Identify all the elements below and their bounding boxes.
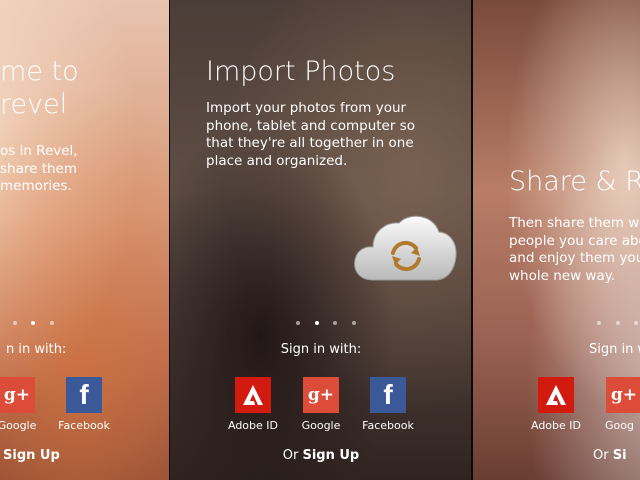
page-dot (49, 321, 54, 325)
title-line: me to (0, 56, 79, 87)
login-label: Goog (605, 419, 634, 432)
panel-description: Import your photos from your phone, tabl… (206, 100, 436, 170)
signup-prefix: Or (282, 448, 303, 463)
page-dot (615, 321, 620, 325)
panel-title: Share & Re (509, 166, 640, 197)
page-dot (12, 321, 17, 325)
onboarding-panel-welcome: me to revel os in Revel, share them memo… (0, 0, 170, 480)
page-dot (634, 321, 639, 325)
signup-row: Sign Up (3, 448, 60, 463)
page-dot (296, 321, 300, 325)
description-line: and enjoy them you (509, 250, 640, 266)
google-signin-button[interactable]: g+ Google (0, 377, 52, 432)
description-line: Import your photos from your (206, 100, 407, 116)
signup-link[interactable]: Si (613, 448, 627, 463)
signin-label: Sign in with: (280, 342, 362, 357)
login-label: Facebook (58, 419, 110, 432)
signup-prefix: Or (593, 448, 613, 463)
page-indicator (597, 318, 640, 328)
page-dot (333, 321, 338, 325)
adobe-id-signin-button[interactable]: Adobe ID (218, 377, 288, 432)
description-line: Then share them wit (509, 215, 640, 231)
page-indicator (0, 318, 54, 328)
signin-label: Sign in w (589, 342, 640, 357)
login-label: Google (301, 419, 341, 432)
description-line: whole new way. (509, 267, 616, 284)
panel-description: Then share them wit people you care abo … (509, 215, 640, 285)
onboarding-panel-share: Share & Re Then share them wit people yo… (473, 0, 640, 480)
login-options: Adobe ID g+ Goog (473, 377, 640, 447)
description-line: share them (0, 160, 78, 177)
description-line: memories. (0, 178, 72, 194)
login-label: Adobe ID (227, 419, 278, 432)
facebook-icon: f (370, 377, 406, 413)
adobe-glyph (546, 385, 566, 405)
adobe-icon (235, 377, 271, 413)
signup-link[interactable]: Sign Up (302, 448, 359, 463)
login-label: Adobe ID (530, 419, 581, 432)
page-indicator (296, 318, 356, 328)
adobe-glyph (243, 385, 263, 405)
signup-row: Or Si (593, 448, 627, 463)
facebook-glyph: f (383, 379, 393, 410)
onboarding-panel-import: Import Photos Import your photos from yo… (170, 0, 472, 480)
login-options: Adobe ID g+ Google f Facebook (170, 377, 472, 447)
google-plus-glyph: g+ (307, 385, 335, 405)
signin-label: n in with: (6, 342, 67, 357)
google-plus-icon: g+ (0, 377, 35, 413)
google-plus-icon: g+ (606, 377, 640, 413)
description-line: place and organized. (206, 152, 348, 169)
google-signin-button[interactable]: g+ Goog (589, 377, 640, 432)
cloud-sync-icon (354, 215, 457, 281)
facebook-glyph: f (79, 379, 89, 410)
description-line: that they're all together in one (206, 135, 414, 151)
description-line: os in Revel, (0, 143, 78, 159)
onboarding-carousel[interactable]: me to revel os in Revel, share them memo… (0, 0, 640, 480)
facebook-icon: f (66, 377, 102, 413)
panel-title: Import Photos (206, 56, 396, 87)
description-line: people you care abo (509, 232, 640, 249)
facebook-signin-button[interactable]: f Facebook (49, 377, 119, 432)
facebook-signin-button[interactable]: f Facebook (353, 377, 423, 432)
signup-link[interactable]: Sign Up (3, 448, 60, 463)
panel-title: me to revel (0, 55, 79, 121)
google-signin-button[interactable]: g+ Google (286, 377, 356, 432)
adobe-id-signin-button[interactable]: Adobe ID (521, 377, 591, 432)
login-label: Google (0, 419, 37, 432)
signup-row: Or Sign Up (170, 448, 472, 463)
login-label: Facebook (362, 419, 414, 432)
description-line: phone, tablet and computer so (206, 117, 415, 134)
page-dot (597, 321, 601, 325)
page-dot (351, 321, 356, 325)
google-plus-icon: g+ (303, 377, 339, 413)
login-options: g+ Google f Facebook (0, 377, 170, 447)
panel-description: os in Revel, share them memories. (0, 143, 170, 196)
title-line: revel (0, 89, 68, 120)
google-plus-glyph: g+ (3, 385, 31, 405)
adobe-icon (538, 377, 574, 413)
page-dot-active (314, 321, 319, 325)
google-plus-glyph: g+ (610, 385, 638, 405)
page-dot-active (31, 321, 36, 325)
